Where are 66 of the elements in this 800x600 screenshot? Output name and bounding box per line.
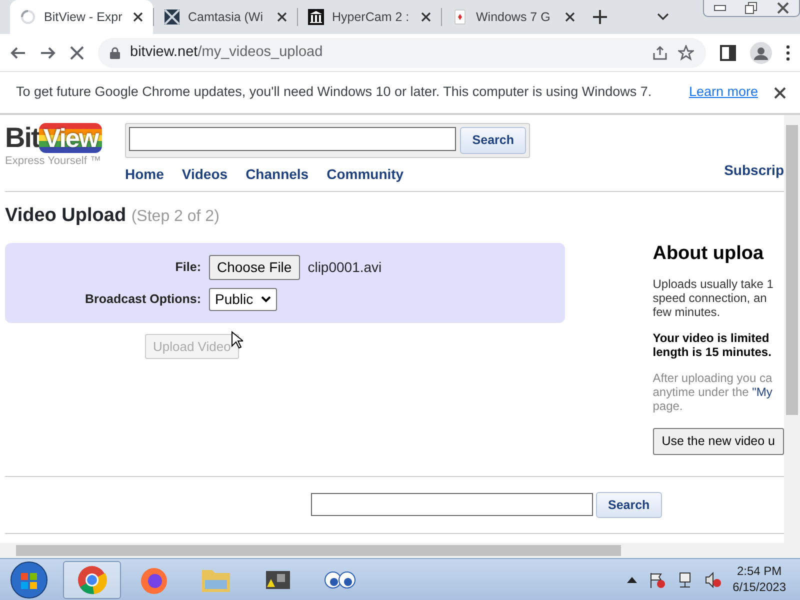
start-orb-icon[interactable]: [10, 561, 48, 599]
horizontal-scrollbar-thumb[interactable]: [16, 545, 621, 556]
lock-icon: [110, 46, 120, 58]
chevron-down-icon[interactable]: [657, 13, 669, 21]
chrome-icon[interactable]: [77, 565, 107, 595]
broadcast-select[interactable]: Public: [209, 288, 278, 310]
file-name: clip0001.avi: [308, 258, 382, 277]
nav-link[interactable]: Videos: [182, 164, 228, 185]
sidebar-heading: About uploa: [652, 242, 765, 266]
browser-tab[interactable]: Camtasia (Wi: [154, 0, 297, 34]
show-hidden-icons-icon[interactable]: [626, 577, 637, 583]
taskbar-button[interactable]: [63, 561, 121, 599]
close-icon[interactable]: [774, 86, 786, 98]
bookmark-star-icon[interactable]: [678, 44, 694, 60]
close-icon[interactable]: [277, 12, 287, 22]
minimize-icon[interactable]: [714, 5, 726, 11]
subscriptions-link[interactable]: Subscrip: [724, 160, 784, 181]
network-icon[interactable]: [676, 572, 693, 588]
forward-arrow-icon[interactable]: [40, 44, 56, 60]
search-button[interactable]: Search: [596, 492, 662, 518]
speaker-muted-icon[interactable]: [704, 572, 721, 588]
length-limit-note: Your video is limited length is 15 minutes.: [652, 331, 772, 360]
share-icon[interactable]: [652, 44, 668, 60]
logo-tagline: Express Yourself ™: [5, 154, 102, 169]
playing-card-icon: [452, 9, 468, 25]
page-heading: Video Upload (Step 2 of 2): [4, 204, 220, 228]
broadcast-options-label: Broadcast Options:: [84, 290, 201, 308]
close-icon[interactable]: [133, 12, 143, 22]
close-icon[interactable]: [421, 12, 431, 22]
search-button[interactable]: Search: [460, 127, 526, 154]
mouse-pointer-icon: [231, 331, 243, 349]
chevron-down-icon: [261, 296, 272, 302]
update-warning-message: To get future Google Chrome updates, you'll need Windows 10 or later. This computer is using Windows 7.: [16, 83, 653, 102]
browser-tab[interactable]: Windows 7 G: [442, 0, 585, 34]
browser-tab[interactable]: HyperCam 2 :: [298, 0, 441, 34]
profile-avatar-icon[interactable]: [750, 42, 772, 64]
eyes-icon[interactable]: [323, 570, 357, 590]
stop-icon[interactable]: [70, 46, 84, 60]
nav-link[interactable]: Home: [125, 164, 164, 185]
side-panel-icon[interactable]: [720, 44, 736, 60]
search-field[interactable]: [311, 493, 593, 516]
nav-link[interactable]: Channels: [246, 164, 309, 185]
loading-spinner-icon: [20, 9, 36, 25]
upload-time-note: Uploads usually take 1 speed connection, an few minutes.: [652, 277, 774, 320]
restore-icon[interactable]: [744, 2, 756, 14]
learn-more-link[interactable]: Learn more: [688, 82, 758, 103]
menu-icon[interactable]: [786, 44, 790, 60]
crossed-box-icon: [164, 9, 180, 25]
building-icon: [308, 9, 324, 25]
choose-file-button[interactable]: Choose File: [209, 254, 300, 280]
new-tab-icon[interactable]: [593, 10, 607, 24]
back-arrow-icon[interactable]: [10, 44, 26, 60]
browser-tab[interactable]: BitView - Expr: [10, 0, 153, 34]
new-uploader-button[interactable]: Use the new video u: [652, 428, 784, 456]
after-upload-note: After uploading you ca anytime under the "My page.: [652, 371, 774, 414]
file-label: File:: [174, 258, 201, 276]
close-icon[interactable]: [565, 12, 575, 22]
clock-time[interactable]: 2:54 PM: [732, 564, 786, 580]
firefox-icon[interactable]: [139, 565, 169, 595]
my-videos-link[interactable]: "My: [752, 385, 772, 400]
close-icon[interactable]: [776, 2, 790, 14]
action-center-flag-icon[interactable]: [648, 572, 665, 588]
search-field[interactable]: [129, 127, 456, 151]
nav-link[interactable]: Community: [326, 164, 404, 185]
clock-date[interactable]: 6/15/2023: [732, 580, 786, 596]
vertical-scrollbar-thumb[interactable]: [786, 125, 798, 415]
